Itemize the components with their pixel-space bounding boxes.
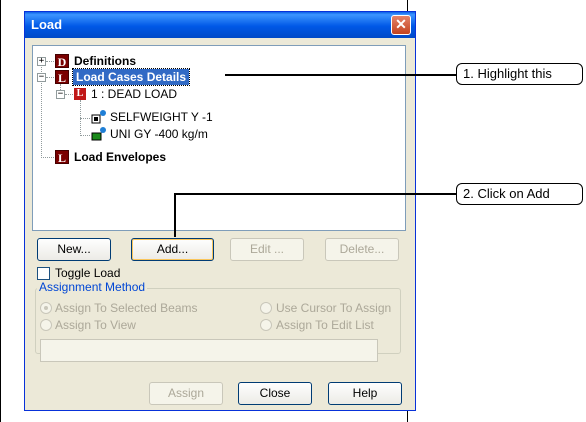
selfweight-icon <box>91 110 106 124</box>
close-icon: ✕ <box>395 16 407 32</box>
title-bar: Load ✕ <box>25 12 415 38</box>
load-dialog: Load ✕ + D Definitions − L Load Cases De… <box>24 11 416 411</box>
callout-highlight: 1. Highlight this <box>456 63 583 85</box>
toggle-load-checkbox[interactable] <box>37 267 50 280</box>
figure-border-left <box>0 0 1 422</box>
load-cases-icon: L <box>55 70 69 85</box>
load-envelopes-icon: L <box>55 150 69 165</box>
new-button[interactable]: New... <box>37 238 111 261</box>
tree-connector <box>80 118 90 119</box>
assign-selected-beams-label: Assign To Selected Beams <box>55 301 198 315</box>
tree-item-selfweight[interactable]: SELFWEIGHT Y -1 <box>110 109 213 125</box>
collapse-icon[interactable]: − <box>56 90 65 99</box>
toggle-load-label: Toggle Load <box>55 266 121 280</box>
collapse-icon[interactable]: − <box>37 73 46 82</box>
load-tree-view[interactable]: + D Definitions − L Load Cases Details −… <box>32 45 406 231</box>
tree-item-load-envelopes[interactable]: Load Envelopes <box>74 149 166 165</box>
assign-edit-list-label: Assign To Edit List <box>276 318 374 332</box>
tree-item-load-cases-details[interactable]: Load Cases Details <box>71 68 191 86</box>
tree-connector <box>46 77 54 78</box>
use-cursor-radio[interactable] <box>260 302 272 314</box>
use-cursor-label: Use Cursor To Assign <box>276 301 392 315</box>
dialog-title: Load <box>31 17 63 32</box>
callout-click-add: 2. Click on Add <box>456 183 583 205</box>
help-button[interactable]: Help <box>328 382 402 405</box>
add-button[interactable]: Add... <box>131 238 214 261</box>
tree-connector <box>46 61 54 62</box>
tree-connector <box>80 135 90 136</box>
tree-item-uni-gy[interactable]: UNI GY -400 kg/m <box>110 126 208 142</box>
expand-icon[interactable]: + <box>37 57 46 66</box>
callout-2-pointer-horizontal <box>174 193 456 195</box>
delete-button[interactable]: Delete... <box>325 238 399 261</box>
assign-button[interactable]: Assign <box>149 382 223 405</box>
assign-edit-list-radio[interactable] <box>260 319 272 331</box>
edit-list-field[interactable] <box>40 339 378 362</box>
assign-to-view-label: Assign To View <box>55 318 136 332</box>
close-window-button[interactable]: ✕ <box>391 15 411 35</box>
tree-item-definitions[interactable]: Definitions <box>74 53 136 69</box>
assign-selected-beams-radio[interactable] <box>40 302 52 314</box>
tree-connector <box>65 94 73 95</box>
edit-button[interactable]: Edit ... <box>230 238 304 261</box>
close-button[interactable]: Close <box>238 382 312 405</box>
tree-connector <box>41 157 54 158</box>
definitions-icon: D <box>55 54 69 69</box>
assign-to-view-radio[interactable] <box>40 319 52 331</box>
callout-1-pointer <box>225 74 456 76</box>
load-case-icon: L <box>74 88 86 100</box>
assignment-method-legend: Assignment Method <box>37 280 148 294</box>
tree-item-dead-load[interactable]: 1 : DEAD LOAD <box>91 86 177 102</box>
callout-2-pointer-vertical <box>174 193 176 237</box>
uniform-load-icon <box>91 127 106 141</box>
